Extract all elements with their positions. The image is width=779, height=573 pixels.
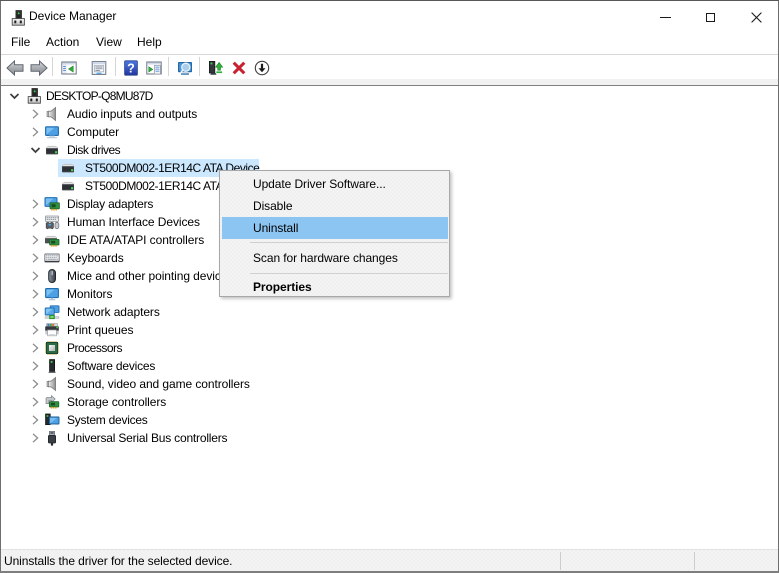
svg-text:?: ? — [127, 61, 135, 75]
